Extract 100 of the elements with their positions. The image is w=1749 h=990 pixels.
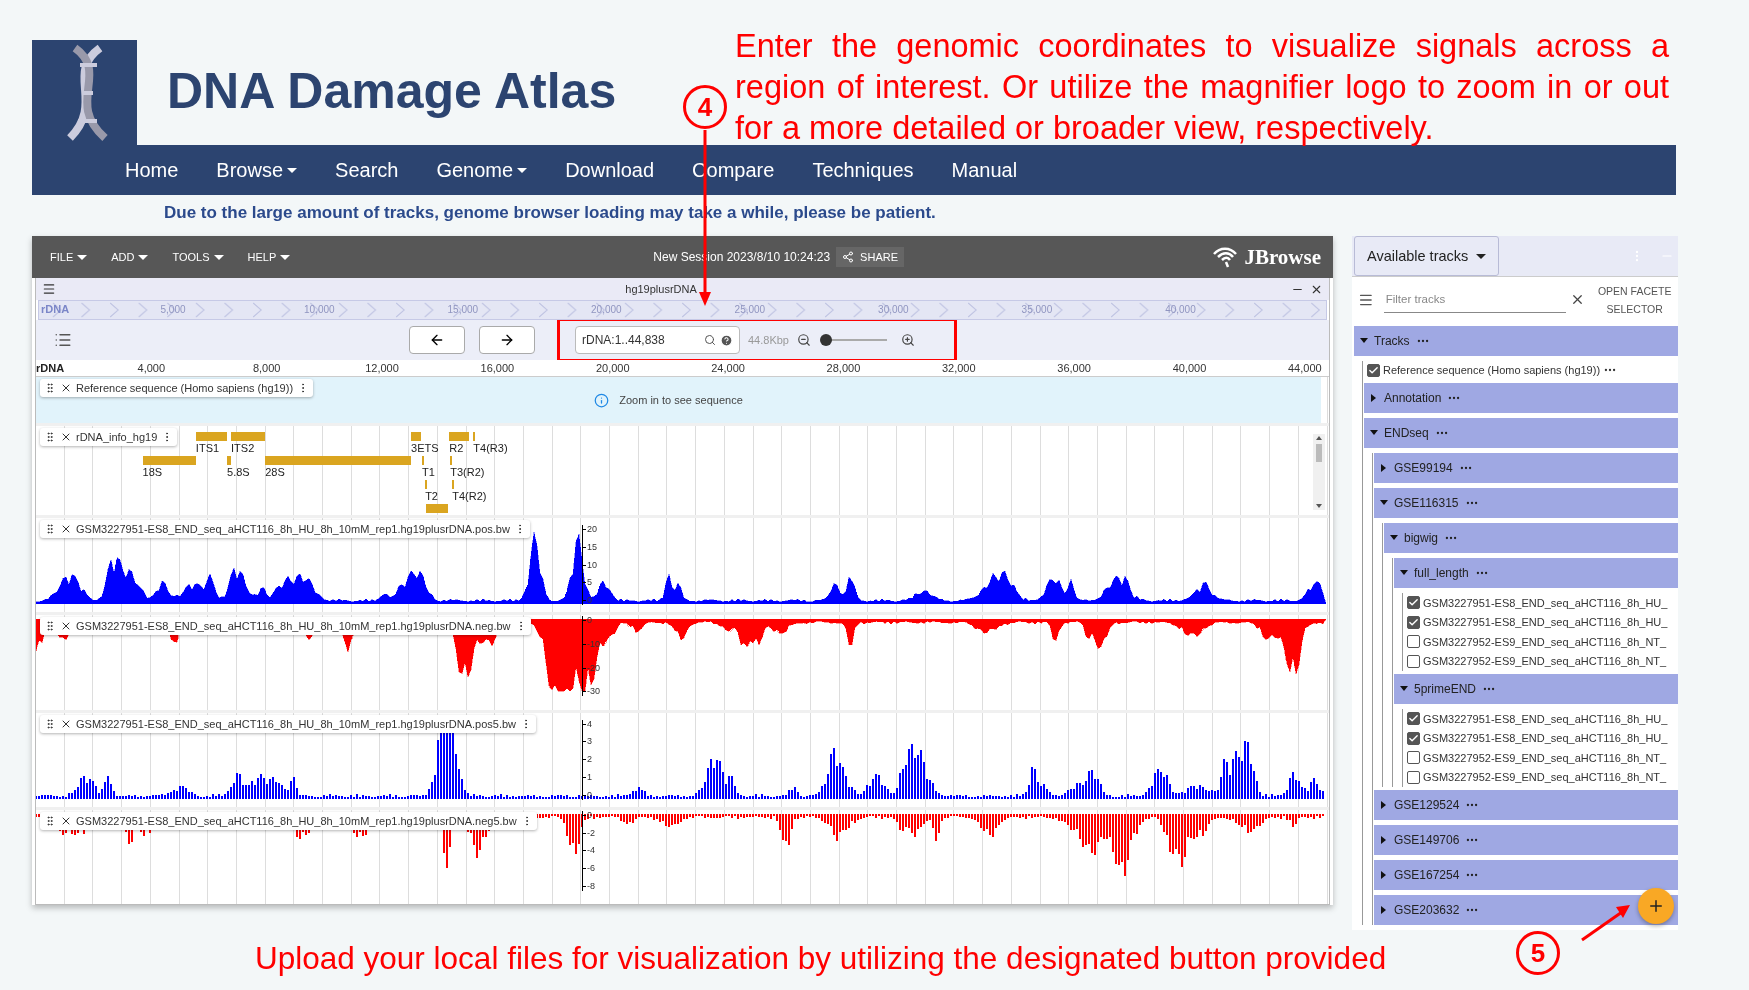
axis-tick-label: 20 (583, 525, 608, 534)
filter-field[interactable]: Filter tracks (1383, 286, 1567, 313)
checkbox[interactable] (1407, 615, 1420, 629)
axis-tick-label: 3 (583, 737, 608, 747)
caret-down-icon[interactable] (1400, 685, 1408, 693)
drag-handle-icon[interactable] (44, 814, 56, 827)
checkbox[interactable] (1407, 712, 1420, 726)
drag-handle-icon[interactable] (44, 620, 56, 633)
feature-label: ITS2 (231, 442, 255, 454)
category-label: ENDseq (1384, 426, 1429, 440)
track-category[interactable]: GSE116315 (1374, 488, 1678, 518)
axis-tick-label: -2 (583, 828, 608, 838)
nav-link[interactable]: Techniques (812, 158, 914, 182)
caret-right-icon[interactable] (1380, 836, 1388, 844)
checkbox[interactable] (1407, 654, 1420, 668)
zoom-in-icon[interactable] (901, 333, 915, 347)
track-category[interactable]: 5primeEND (1394, 674, 1678, 704)
axis-tick-label: 0 (583, 596, 608, 605)
arrow-right-icon (499, 332, 515, 348)
track-category[interactable]: GSE129524 (1374, 790, 1678, 820)
track-label[interactable]: GSM3227951-ES8_END_seq_aHCT116_8h_HU_8h_10mM_rep1.hg19plusrDNA.pos.bw (40, 520, 530, 538)
ruler-label: 40,000 (1172, 362, 1207, 374)
track-label[interactable]: GSM3227951-ES8_END_seq_aHCT116_8h_HU_8h_10mM_rep1.hg19plusrDNA.neg5.bw (40, 811, 537, 830)
close-icon[interactable] (60, 431, 72, 443)
track-category[interactable]: GSE99194 (1374, 453, 1678, 483)
faceted-selector-button[interactable]: OPEN FACETE SELECTOR (1595, 281, 1674, 318)
step-marker: 4 (683, 85, 727, 129)
caret-right-icon[interactable] (1380, 871, 1388, 879)
drag-handle-icon[interactable] (44, 382, 56, 394)
zoom-out-icon[interactable] (797, 333, 811, 347)
caret-down-icon[interactable] (1370, 429, 1378, 437)
drag-handle-icon[interactable] (44, 431, 56, 443)
feature-label: T1 (422, 466, 435, 478)
track-category[interactable]: ENDseq (1364, 418, 1678, 448)
checkbox[interactable] (1407, 596, 1420, 610)
axis-tick-label: 5 (583, 578, 608, 588)
available-tracks-button[interactable]: Available tracks (1354, 236, 1500, 277)
track-label[interactable]: rDNA_info_hg19 (40, 428, 178, 446)
help-icon[interactable] (720, 333, 733, 347)
menu-button[interactable]: ADD (105, 250, 155, 264)
close-icon[interactable] (60, 382, 72, 394)
nav-link[interactable]: Download (565, 158, 655, 182)
caret-right-icon[interactable] (1380, 906, 1388, 914)
search-icon[interactable] (704, 334, 716, 346)
checkbox[interactable] (1407, 635, 1420, 649)
share-button[interactable]: SHARE (836, 247, 904, 267)
scale-label: 25,000 (734, 304, 766, 315)
checkbox[interactable] (1407, 770, 1420, 784)
track-category[interactable]: bigwig (1384, 523, 1678, 553)
track-category[interactable]: GSE167254 (1374, 860, 1678, 890)
caret-down-icon[interactable] (1400, 569, 1408, 577)
menu-button[interactable]: HELP (241, 250, 297, 264)
close-icon[interactable] (60, 523, 72, 535)
caret-down-icon[interactable] (1380, 499, 1388, 507)
scale-label: 10,000 (304, 304, 335, 315)
axis-tick-label: 1 (583, 772, 608, 782)
axis-tick-label: 0 (583, 790, 608, 800)
caret-down-icon[interactable] (1360, 336, 1368, 345)
track-name: GSM3227952-ES9_END_seq_aHCT116_8h_NT_ (1423, 771, 1667, 784)
menu-button[interactable]: FILE (44, 250, 94, 264)
caret-right-icon[interactable] (1380, 464, 1388, 472)
checkbox[interactable] (1407, 731, 1420, 745)
forward-button[interactable] (479, 326, 535, 354)
track-name: GSM3227952-ES9_END_seq_aHCT116_8h_NT_ (1423, 751, 1667, 764)
drag-handle-icon[interactable] (44, 523, 56, 535)
track-label[interactable]: GSM3227951-ES8_END_seq_aHCT116_8h_HU_8h_10mM_rep1.hg19plusrDNA.neg.bw (40, 617, 531, 636)
nav-link[interactable]: Genome (436, 158, 528, 182)
slider-thumb[interactable] (820, 334, 833, 346)
track-category[interactable]: GSE149706 (1374, 825, 1678, 855)
checkbox[interactable] (1407, 751, 1420, 765)
caret-down-icon[interactable] (1390, 534, 1398, 542)
caret-right-icon[interactable] (1380, 801, 1388, 809)
reference-name: rDNA (41, 303, 70, 315)
track-label[interactable]: GSM3227951-ES8_END_seq_aHCT116_8h_HU_8h_10mM_rep1.hg19plusrDNA.pos5.bw (40, 714, 537, 733)
scale-label: 5,000 (160, 304, 186, 315)
track-label[interactable]: Reference sequence (Homo sapiens (hg19)) (40, 379, 314, 397)
track-category[interactable]: Tracks (1354, 325, 1678, 356)
site-title: DNA Damage Atlas (167, 62, 617, 120)
track-category[interactable]: full_length (1394, 558, 1678, 588)
back-button[interactable] (409, 326, 465, 354)
menu-button[interactable]: TOOLS (166, 250, 230, 264)
menu-icon[interactable] (42, 282, 56, 296)
nav-link[interactable]: Search (335, 158, 399, 182)
ruler-label: 16,000 (480, 362, 515, 374)
locus-field[interactable]: rDNA:1..44,838 (575, 326, 740, 354)
feature-label: T4(R3) (473, 442, 508, 454)
track-list-icon[interactable] (54, 331, 72, 349)
step-marker: 5 (1516, 931, 1560, 975)
caret-right-icon[interactable] (1370, 394, 1378, 402)
nav-link[interactable]: Home (125, 158, 179, 182)
track-category[interactable]: Annotation (1364, 383, 1678, 413)
ruler-label: 36,000 (1057, 362, 1091, 374)
nav-link[interactable]: Manual (951, 158, 1018, 182)
checkbox[interactable] (1367, 363, 1380, 377)
track-name: GSM3227951-ES8_END_seq_aHCT116_8h_HU_ (1423, 712, 1668, 725)
drag-handle-icon[interactable] (44, 717, 56, 730)
scrollbar[interactable] (1313, 434, 1325, 510)
nav-link[interactable]: Browse (216, 158, 298, 182)
ruler-label: 44,000 (1288, 362, 1322, 374)
info-icon (594, 392, 610, 408)
